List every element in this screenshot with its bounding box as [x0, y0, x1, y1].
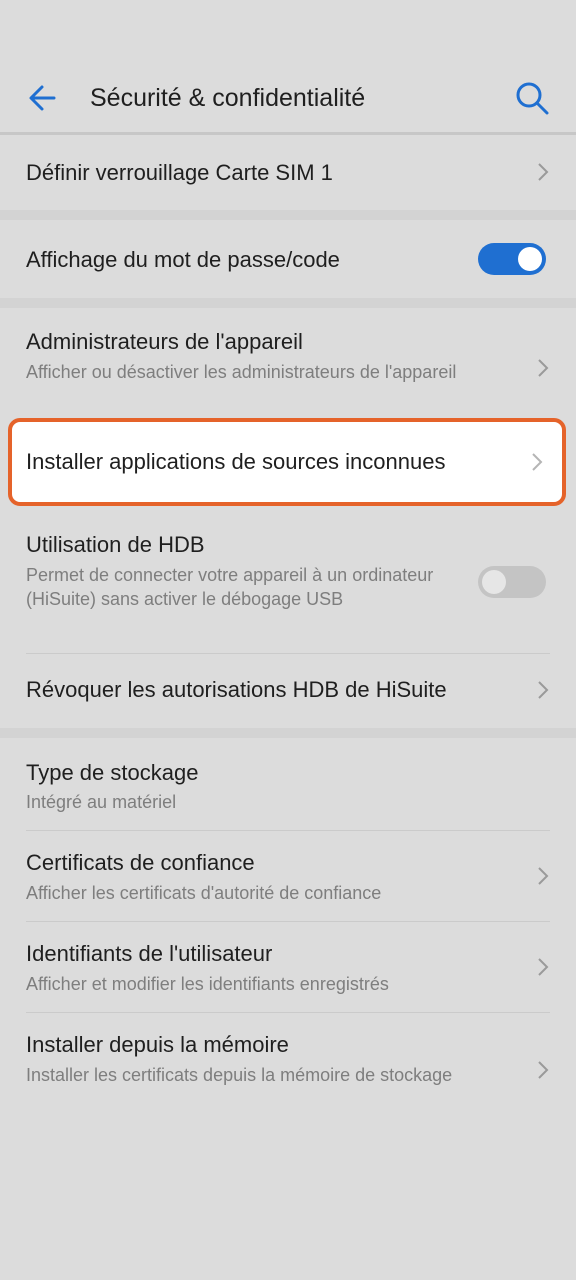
install-from-storage-label: Installer depuis la mémoire [26, 1032, 289, 1057]
section-gap [0, 210, 576, 220]
device-admins-label: Administrateurs de l'appareil [26, 329, 303, 354]
back-arrow-icon[interactable] [24, 78, 64, 118]
install-from-storage-item[interactable]: Installer depuis la mémoire Installer le… [0, 1013, 576, 1128]
password-display-label: Affichage du mot de passe/code [26, 247, 340, 272]
toggle-knob [482, 570, 506, 594]
search-icon[interactable] [512, 78, 552, 118]
user-credentials-label: Identifiants de l'utilisateur [26, 941, 273, 966]
unknown-sources-label: Installer applications de sources inconn… [26, 449, 446, 474]
sim-lock-item[interactable]: Définir verrouillage Carte SIM 1 [0, 135, 576, 210]
storage-type-item[interactable]: Type de stockage Intégré au matériel [0, 738, 576, 830]
app-header: Sécurité & confidentialité [0, 0, 576, 135]
hdb-item[interactable]: Utilisation de HDB Permet de connecter v… [0, 508, 576, 653]
user-credentials-item[interactable]: Identifiants de l'utilisateur Afficher e… [0, 922, 576, 1012]
chevron-right-icon [538, 163, 549, 181]
trusted-certs-item[interactable]: Certificats de confiance Afficher les ce… [0, 831, 576, 921]
hdb-label: Utilisation de HDB [26, 532, 205, 557]
trusted-certs-subtitle: Afficher les certificats d'autorité de c… [26, 883, 382, 903]
device-admins-item[interactable]: Administrateurs de l'appareil Afficher o… [0, 308, 576, 416]
password-display-item[interactable]: Affichage du mot de passe/code [0, 220, 576, 298]
chevron-right-icon [538, 359, 549, 377]
chevron-right-icon [538, 958, 549, 976]
hdb-subtitle: Permet de connecter votre appareil à un … [26, 565, 434, 609]
chevron-right-icon [538, 1061, 549, 1079]
chevron-right-icon [532, 453, 543, 471]
chevron-right-icon [538, 867, 549, 885]
revoke-hdb-label: Révoquer les autorisations HDB de HiSuit… [26, 677, 447, 702]
storage-type-subtitle: Intégré au matériel [26, 792, 177, 812]
device-admins-subtitle: Afficher ou désactiver les administrateu… [26, 362, 457, 382]
unknown-sources-item[interactable]: Installer applications de sources inconn… [8, 418, 566, 506]
storage-type-label: Type de stockage [26, 760, 199, 785]
toggle-knob [518, 247, 542, 271]
hdb-toggle[interactable] [478, 566, 546, 598]
install-from-storage-subtitle: Installer les certificats depuis la mémo… [26, 1065, 453, 1085]
sim-lock-label: Définir verrouillage Carte SIM 1 [26, 160, 333, 185]
section-gap [0, 298, 576, 308]
section-gap [0, 728, 576, 738]
password-display-toggle[interactable] [478, 243, 546, 275]
page-title: Sécurité & confidentialité [90, 84, 366, 112]
user-credentials-subtitle: Afficher et modifier les identifiants en… [26, 974, 389, 994]
revoke-hdb-item[interactable]: Révoquer les autorisations HDB de HiSuit… [0, 654, 576, 728]
settings-screen: Sécurité & confidentialité Définir verro… [0, 0, 576, 1280]
trusted-certs-label: Certificats de confiance [26, 850, 255, 875]
chevron-right-icon [538, 681, 549, 699]
